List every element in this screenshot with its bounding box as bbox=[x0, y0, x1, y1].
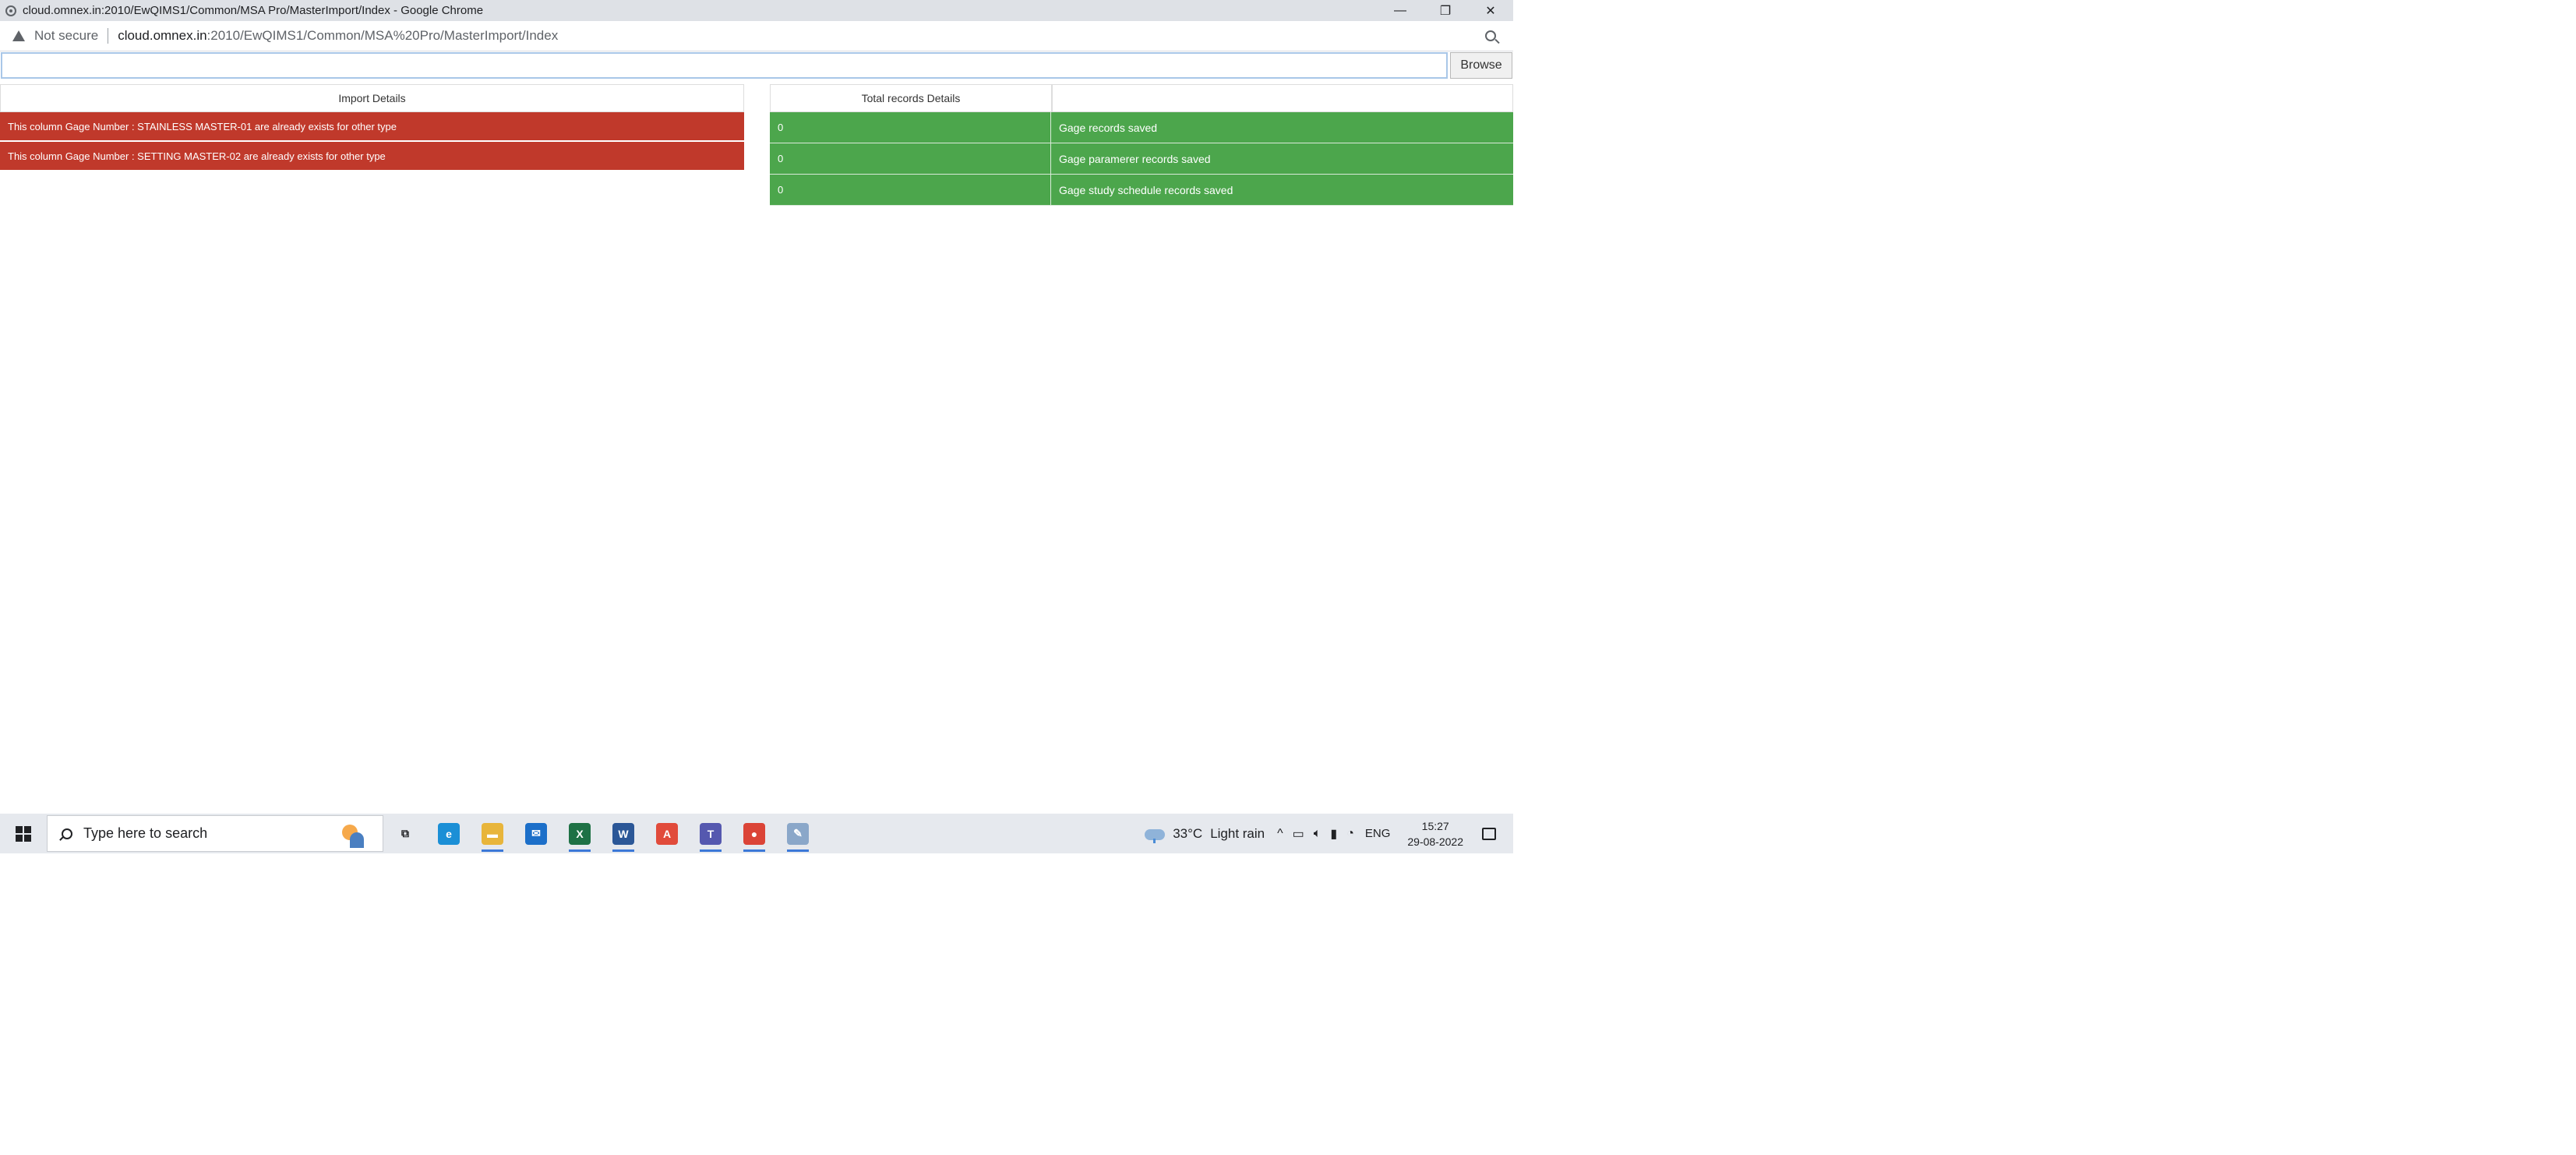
file-path-input[interactable] bbox=[1, 52, 1448, 79]
network-icon[interactable]: ◔ bbox=[1346, 827, 1354, 841]
taskbar-search-box[interactable]: Type here to search bbox=[47, 815, 383, 852]
import-details-table: Import Details This column Gage Number :… bbox=[0, 84, 744, 171]
records-label: Gage paramerer records saved bbox=[1051, 143, 1513, 175]
word-taskbar-button[interactable]: W bbox=[602, 814, 645, 853]
window-title: cloud.omnex.in:2010/EwQIMS1/Common/MSA P… bbox=[23, 4, 484, 17]
acrobat-taskbar-button[interactable]: A bbox=[645, 814, 689, 853]
zoom-icon[interactable] bbox=[1485, 30, 1496, 41]
search-highlight-icon[interactable] bbox=[331, 820, 370, 848]
records-row: 0 Gage study schedule records saved bbox=[770, 175, 1513, 206]
clock-date: 29-08-2022 bbox=[1407, 835, 1463, 848]
url-path[interactable]: :2010/EwQIMS1/Common/MSA%20Pro/MasterImp… bbox=[207, 28, 1485, 44]
chevron-up-icon[interactable]: ^ bbox=[1277, 827, 1283, 841]
records-row: 0 Gage paramerer records saved bbox=[770, 143, 1513, 175]
chrome-app-icon bbox=[5, 5, 16, 16]
excel-icon: X bbox=[569, 822, 591, 845]
word-icon: W bbox=[612, 822, 634, 845]
acrobat-icon: A bbox=[656, 822, 678, 845]
meet-now-icon[interactable]: ▭ bbox=[1293, 826, 1304, 842]
teams-icon: T bbox=[700, 822, 722, 845]
records-count: 0 bbox=[770, 175, 1051, 206]
import-details-header: Import Details bbox=[0, 84, 744, 112]
taskbar: Type here to search ⧉ e ▬ ✉ X W A T ● ✎ 33°C Ligh… bbox=[0, 814, 1513, 853]
system-tray: 33°C Light rain ^ ▭ 🔈︎ ▮ ◔ ENG 15:27 29-… bbox=[1145, 814, 1513, 853]
total-records-table: Total records Details 0 Gage records sav… bbox=[770, 84, 1513, 206]
battery-icon[interactable]: ▮ bbox=[1330, 826, 1337, 842]
security-label[interactable]: Not secure bbox=[34, 28, 98, 44]
file-explorer-taskbar-button[interactable]: ▬ bbox=[471, 814, 514, 853]
error-row: This column Gage Number : SETTING MASTER… bbox=[0, 142, 744, 171]
volume-icon[interactable]: 🔈︎ bbox=[1314, 827, 1322, 841]
notification-icon[interactable] bbox=[1482, 827, 1496, 840]
start-button[interactable] bbox=[0, 814, 47, 853]
excel-taskbar-button[interactable]: X bbox=[558, 814, 602, 853]
edge-taskbar-button[interactable]: e bbox=[427, 814, 471, 853]
file-explorer-icon: ▬ bbox=[482, 822, 503, 845]
taskbar-apps: ⧉ e ▬ ✉ X W A T ● ✎ bbox=[383, 814, 820, 853]
title-bar: cloud.omnex.in:2010/EwQIMS1/Common/MSA P… bbox=[0, 0, 1513, 21]
minimize-button[interactable]: — bbox=[1378, 0, 1423, 21]
paint-icon: ✎ bbox=[787, 822, 809, 845]
teams-taskbar-button[interactable]: T bbox=[689, 814, 732, 853]
browse-button[interactable]: Browse bbox=[1450, 52, 1512, 79]
clock[interactable]: 15:27 29-08-2022 bbox=[1407, 818, 1463, 849]
paint-taskbar-button[interactable]: ✎ bbox=[776, 814, 820, 853]
language-indicator[interactable]: ENG bbox=[1365, 827, 1391, 840]
weather-temp[interactable]: 33°C bbox=[1173, 826, 1202, 842]
windows-logo-icon bbox=[16, 825, 31, 842]
records-label: Gage records saved bbox=[1051, 112, 1513, 143]
url-host[interactable]: cloud.omnex.in bbox=[118, 28, 206, 44]
error-row: This column Gage Number : STAINLESS MAST… bbox=[0, 112, 744, 142]
restore-button[interactable]: ❐ bbox=[1423, 0, 1468, 21]
records-count: 0 bbox=[770, 112, 1051, 143]
total-records-header-row: Total records Details bbox=[770, 84, 1513, 112]
file-upload-row: Browse bbox=[0, 51, 1513, 81]
warning-icon[interactable] bbox=[12, 30, 25, 41]
clock-time: 15:27 bbox=[1421, 819, 1449, 832]
mail-icon: ✉ bbox=[525, 822, 547, 845]
weather-condition[interactable]: Light rain bbox=[1210, 826, 1265, 842]
records-row: 0 Gage records saved bbox=[770, 112, 1513, 143]
total-records-header-blank bbox=[1052, 84, 1513, 112]
close-button[interactable]: ✕ bbox=[1468, 0, 1513, 21]
task-view-taskbar-button[interactable]: ⧉ bbox=[383, 814, 427, 853]
records-label: Gage study schedule records saved bbox=[1051, 175, 1513, 206]
chrome-taskbar-button[interactable]: ● bbox=[732, 814, 776, 853]
edge-icon: e bbox=[438, 822, 460, 845]
screen: cloud.omnex.in:2010/EwQIMS1/Common/MSA P… bbox=[0, 0, 1513, 853]
address-bar[interactable]: Not secure cloud.omnex.in :2010/EwQIMS1/… bbox=[0, 21, 1513, 51]
total-records-header: Total records Details bbox=[770, 84, 1052, 112]
mail-taskbar-button[interactable]: ✉ bbox=[514, 814, 558, 853]
chrome-icon: ● bbox=[743, 822, 765, 845]
task-view-icon: ⧉ bbox=[401, 827, 409, 839]
search-icon bbox=[62, 828, 72, 839]
records-count: 0 bbox=[770, 143, 1051, 175]
weather-icon[interactable] bbox=[1145, 826, 1166, 843]
search-placeholder[interactable]: Type here to search bbox=[83, 825, 331, 842]
